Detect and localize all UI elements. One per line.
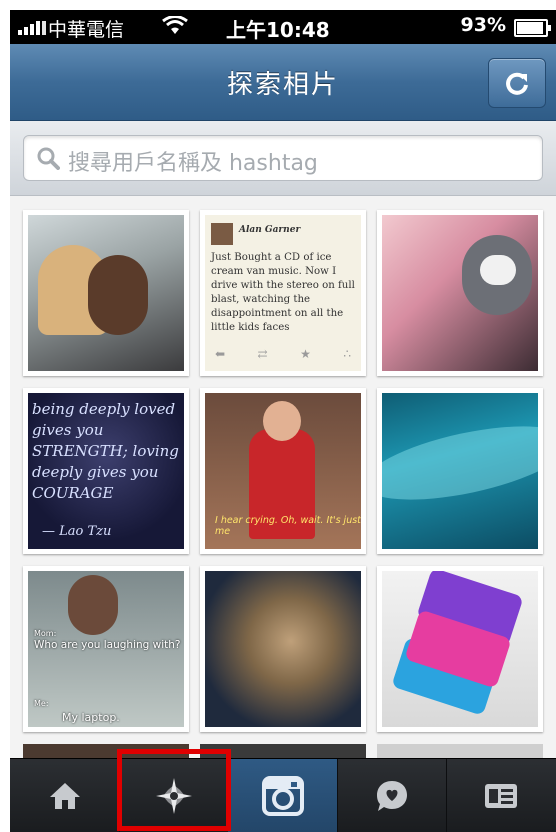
photo-tile[interactable] bbox=[200, 744, 366, 758]
quote-image: being deeply loved gives you STRENGTH; l… bbox=[28, 393, 184, 549]
photo-image bbox=[28, 215, 184, 371]
tab-bar bbox=[10, 758, 556, 832]
meme-label: Mom: bbox=[34, 629, 57, 638]
photo-tile[interactable] bbox=[200, 566, 366, 732]
photo-tile[interactable] bbox=[23, 210, 189, 376]
meme-label: Me: bbox=[34, 699, 49, 708]
photo-tile[interactable] bbox=[377, 210, 543, 376]
tab-camera[interactable] bbox=[228, 759, 338, 832]
meme-answer: My laptop. bbox=[62, 711, 120, 724]
quote-text: being deeply loved gives you STRENGTH; l… bbox=[32, 400, 179, 502]
photo-tile[interactable] bbox=[377, 566, 543, 732]
photo-grid: Alan Garner Just Bought a CD of ice crea… bbox=[10, 196, 556, 758]
explore-icon bbox=[155, 777, 192, 814]
clock: 上午10:48 bbox=[226, 18, 330, 42]
photo-tile[interactable]: I hear crying. Oh, wait. It's just me bbox=[200, 388, 366, 554]
reply-icon: ⬅ bbox=[215, 347, 226, 361]
photo-tile[interactable]: Mom: Who are you laughing with? Me: My l… bbox=[23, 566, 189, 732]
photo-tile[interactable] bbox=[23, 744, 189, 758]
refresh-button[interactable] bbox=[488, 58, 546, 108]
battery-icon bbox=[514, 19, 551, 37]
photo-tile[interactable]: being deeply loved gives you STRENGTH; l… bbox=[23, 388, 189, 554]
favorite-icon: ★ bbox=[300, 347, 311, 361]
wifi-icon bbox=[162, 16, 188, 34]
photo-image bbox=[382, 393, 538, 549]
tab-profile[interactable] bbox=[446, 759, 555, 832]
photo-image bbox=[382, 215, 538, 371]
navigation-bar: 探索相片 bbox=[10, 44, 556, 121]
photo-tile[interactable] bbox=[377, 388, 543, 554]
signal-icon bbox=[18, 21, 46, 35]
search-input[interactable]: 搜尋用戶名稱及 hashtag bbox=[23, 135, 543, 181]
meme-question: Who are you laughing with? bbox=[34, 639, 181, 651]
photo-image: I hear crying. Oh, wait. It's just me bbox=[205, 393, 361, 549]
search-area: 搜尋用戶名稱及 hashtag bbox=[10, 121, 556, 196]
meme-image: Mom: Who are you laughing with? Me: My l… bbox=[28, 571, 184, 727]
refresh-icon bbox=[506, 72, 528, 95]
avatar bbox=[211, 223, 233, 245]
photo-image bbox=[382, 571, 538, 727]
tab-home[interactable] bbox=[10, 759, 120, 832]
page-title: 探索相片 bbox=[226, 70, 339, 100]
home-icon bbox=[49, 782, 80, 809]
search-placeholder: 搜尋用戶名稱及 hashtag bbox=[68, 151, 318, 176]
news-icon bbox=[376, 780, 407, 811]
tweet-actions: ⬅ ⇄ ★ ∴ bbox=[215, 347, 351, 361]
status-bar: 中華電信 上午10:48 93% bbox=[10, 10, 556, 44]
tab-news[interactable] bbox=[337, 759, 447, 832]
tweet-text: Just Bought a CD of ice cream van music.… bbox=[211, 252, 355, 333]
retweet-icon: ⇄ bbox=[257, 347, 268, 361]
more-icon: ∴ bbox=[343, 347, 351, 361]
search-icon bbox=[37, 147, 60, 170]
photo-tile[interactable]: Alan Garner Just Bought a CD of ice crea… bbox=[200, 210, 366, 376]
battery-percent: 93% bbox=[460, 14, 506, 36]
tab-explore[interactable] bbox=[119, 759, 229, 832]
carrier-name: 中華電信 bbox=[48, 19, 125, 41]
profile-icon bbox=[484, 783, 517, 808]
tweet-author: Alan Garner bbox=[239, 225, 301, 235]
tweet-screenshot: Alan Garner Just Bought a CD of ice crea… bbox=[205, 215, 361, 371]
photo-caption: I hear crying. Oh, wait. It's just me bbox=[215, 515, 361, 537]
photo-image bbox=[205, 571, 361, 727]
photo-tile[interactable] bbox=[377, 744, 543, 758]
camera-icon bbox=[261, 775, 304, 816]
quote-attribution: — Lao Tzu bbox=[42, 524, 112, 539]
